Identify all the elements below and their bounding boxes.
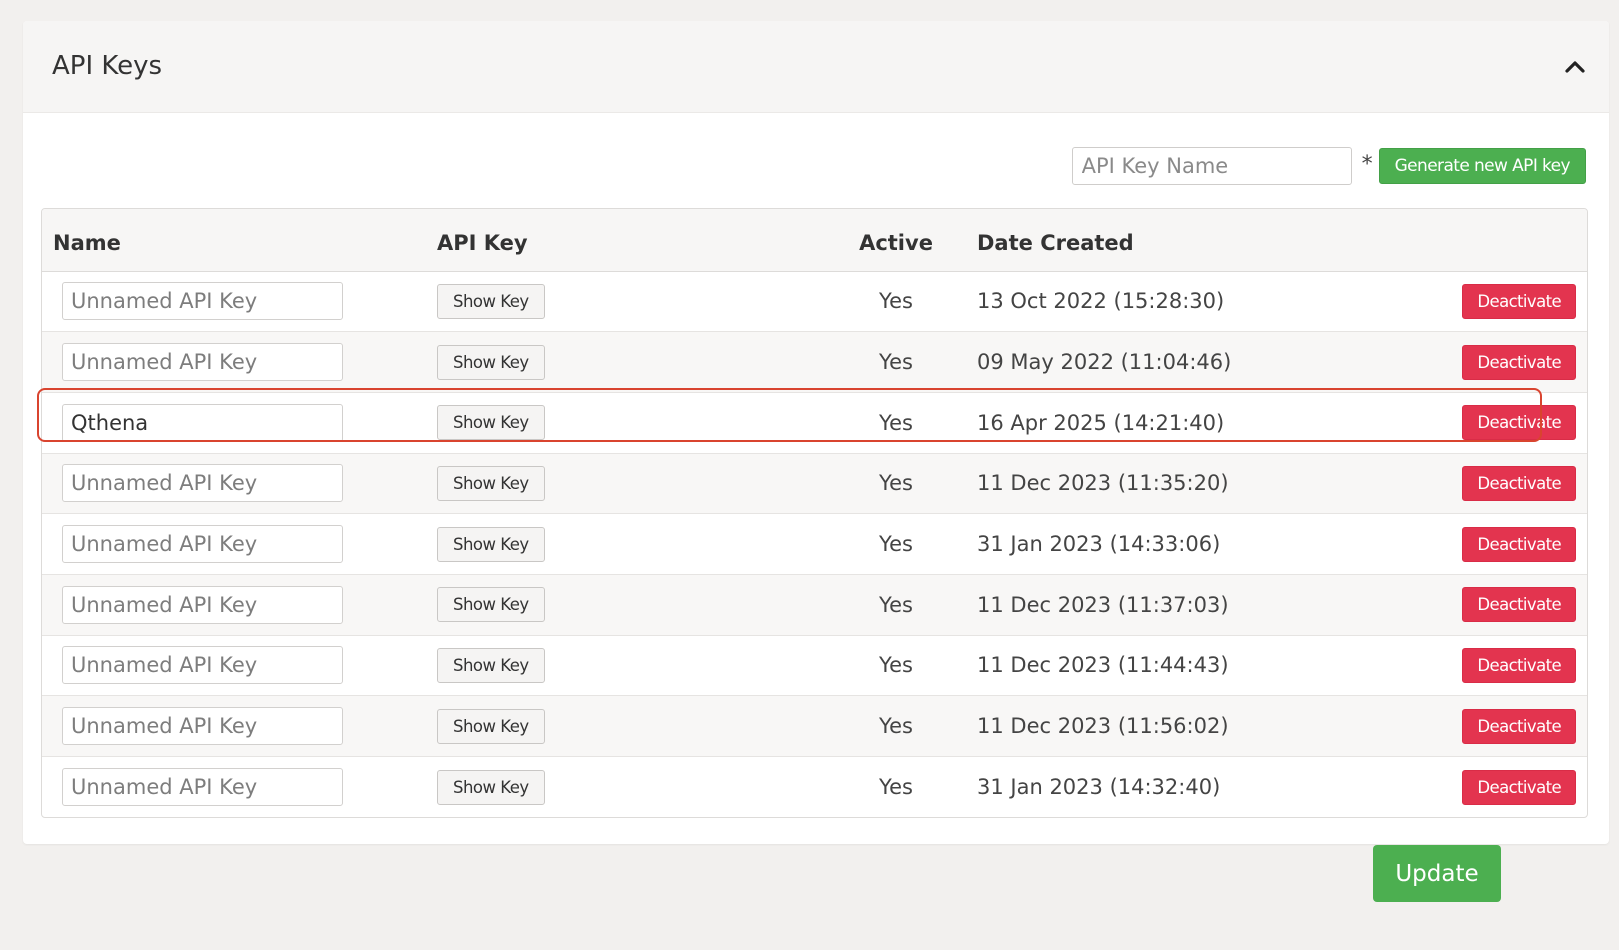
cell-date-created: 11 Dec 2023 (11:56:02)	[966, 695, 1426, 757]
deactivate-button[interactable]: Deactivate	[1462, 587, 1576, 623]
header-actions	[1426, 209, 1587, 272]
chevron-up-icon[interactable]	[1563, 55, 1587, 79]
required-marker: *	[1361, 151, 1373, 177]
api-keys-table: Name API Key Active Date Created Show Ke…	[41, 208, 1588, 819]
cell-date-created: 31 Jan 2023 (14:33:06)	[966, 513, 1426, 575]
generate-key-toolbar: * Generate new API key	[1071, 147, 1586, 185]
show-key-button[interactable]: Show Key	[437, 526, 545, 562]
cell-actions: Deactivate	[1426, 635, 1587, 697]
cell-name	[42, 453, 426, 515]
table-row: Show Key Yes 11 Dec 2023 (11:44:43) Deac…	[42, 635, 1587, 697]
cell-date-created: 11 Dec 2023 (11:44:43)	[966, 635, 1426, 697]
cell-date-created: 09 May 2022 (11:04:46)	[966, 331, 1426, 393]
header-date-created: Date Created	[966, 209, 1426, 272]
cell-api-key: Show Key	[426, 331, 826, 393]
key-name-field[interactable]	[62, 343, 343, 382]
deactivate-button[interactable]: Deactivate	[1462, 283, 1576, 319]
cell-date-created: 11 Dec 2023 (11:35:20)	[966, 453, 1426, 515]
cell-actions: Deactivate	[1426, 392, 1587, 454]
key-name-field[interactable]	[62, 464, 343, 503]
cell-active: Yes	[826, 271, 966, 333]
cell-date-created: 31 Jan 2023 (14:32:40)	[977, 775, 1221, 800]
cell-actions: Deactivate	[1426, 574, 1587, 636]
deactivate-button[interactable]: Deactivate	[1462, 344, 1576, 380]
key-name-field[interactable]	[62, 707, 343, 746]
cell-api-key: Show Key	[426, 453, 826, 515]
cell-date-created: 13 Oct 2022 (15:28:30)	[966, 271, 1426, 333]
table-row-highlighted: Show Key Yes 16 Apr 2025 (14:21:40) Deac…	[42, 392, 1587, 454]
cell-actions: Deactivate	[1426, 757, 1587, 818]
cell-api-key: Show Key	[426, 271, 826, 333]
cell-name	[42, 513, 426, 575]
header-api-key: API Key	[426, 209, 826, 272]
show-key-button[interactable]: Show Key	[437, 708, 545, 744]
cell-api-key: Show Key	[426, 392, 826, 454]
key-name-field[interactable]	[62, 646, 343, 685]
cell-actions: Deactivate	[1426, 513, 1587, 575]
cell-api-key: Show Key	[426, 574, 826, 636]
cell-active: Yes	[826, 392, 966, 454]
cell-name	[42, 331, 426, 393]
show-key-button[interactable]: Show Key	[437, 405, 545, 441]
show-key-button[interactable]: Show Key	[437, 769, 545, 805]
deactivate-button[interactable]: Deactivate	[1462, 465, 1576, 501]
table-row: Show Key Yes 11 Dec 2023 (11:37:03) Deac…	[42, 574, 1587, 636]
deactivate-button[interactable]: Deactivate	[1462, 526, 1576, 562]
key-name-field[interactable]	[62, 768, 343, 807]
cell-name	[42, 695, 426, 757]
cell-date-created: 16 Apr 2025 (14:21:40)	[966, 392, 1426, 454]
header-name: Name	[42, 209, 426, 272]
deactivate-button[interactable]: Deactivate	[1462, 769, 1576, 805]
generate-api-key-button[interactable]: Generate new API key	[1378, 148, 1586, 184]
cell-api-key: Show Key	[426, 757, 826, 818]
key-name-field[interactable]	[62, 403, 343, 442]
table-row: Show Key Yes 09 May 2022 (11:04:46) Deac…	[42, 331, 1587, 393]
cell-active: Yes	[826, 574, 966, 636]
show-key-button[interactable]: Show Key	[437, 465, 545, 501]
deactivate-button[interactable]: Deactivate	[1462, 647, 1576, 683]
cell-api-key: Show Key	[426, 695, 826, 757]
table-row: Show Key Yes 31 Jan 2023 (14:32:40) Deac…	[42, 757, 1587, 818]
api-key-name-input[interactable]	[1071, 147, 1352, 185]
update-button[interactable]: Update	[1373, 845, 1501, 902]
deactivate-button[interactable]: Deactivate	[1462, 708, 1576, 744]
key-name-field[interactable]	[62, 282, 343, 321]
table-row: Show Key Yes 31 Jan 2023 (14:33:06) Deac…	[42, 513, 1587, 575]
cell-api-key: Show Key	[426, 513, 826, 575]
panel-title: API Keys	[52, 51, 163, 81]
panel-header[interactable]: API Keys	[23, 21, 1609, 113]
show-key-button[interactable]: Show Key	[437, 344, 545, 380]
cell-name	[42, 271, 426, 333]
deactivate-button[interactable]: Deactivate	[1462, 405, 1576, 441]
cell-active: Yes	[826, 513, 966, 575]
cell-api-key: Show Key	[426, 635, 826, 697]
table-row: Show Key Yes 11 Dec 2023 (11:35:20) Deac…	[42, 453, 1587, 515]
cell-active: Yes	[826, 635, 966, 697]
table-row: Show Key Yes 13 Oct 2022 (15:28:30) Deac…	[42, 271, 1587, 333]
table-row: Show Key Yes 11 Dec 2023 (11:56:02) Deac…	[42, 695, 1587, 757]
key-name-field[interactable]	[62, 585, 343, 624]
show-key-button[interactable]: Show Key	[437, 587, 545, 623]
cell-date-created: 11 Dec 2023 (11:37:03)	[966, 574, 1426, 636]
cell-active: Yes	[826, 695, 966, 757]
cell-actions: Deactivate	[1426, 271, 1587, 333]
cell-active: Yes	[826, 331, 966, 393]
cell-name	[42, 635, 426, 697]
cell-name	[42, 574, 426, 636]
cell-name	[42, 757, 426, 818]
show-key-button[interactable]: Show Key	[437, 647, 545, 683]
cell-actions: Deactivate	[1426, 331, 1587, 393]
cell-active: Yes	[879, 775, 913, 800]
show-key-button[interactable]: Show Key	[437, 283, 545, 319]
cell-actions: Deactivate	[1426, 453, 1587, 515]
header-active: Active	[826, 209, 966, 272]
cell-active: Yes	[826, 453, 966, 515]
cell-name	[42, 392, 426, 454]
key-name-field[interactable]	[62, 525, 343, 564]
cell-actions: Deactivate	[1426, 695, 1587, 757]
table-header-row: Name API Key Active Date Created	[42, 209, 1587, 272]
